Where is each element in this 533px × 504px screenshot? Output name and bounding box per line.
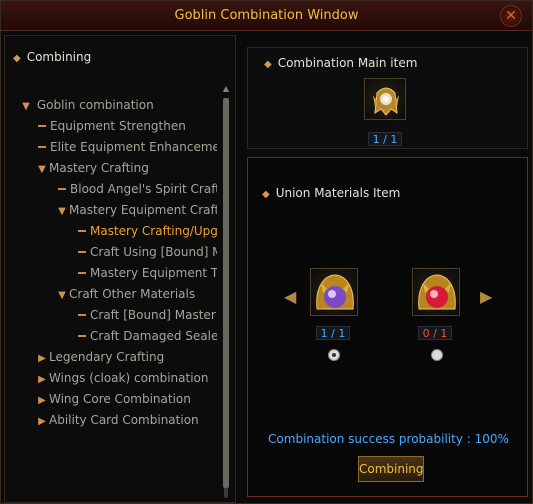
diamond-icon: ◆ (264, 59, 272, 70)
diamond-icon: ◆ (262, 189, 270, 200)
tree-item-elite-equipment[interactable]: Elite Equipment Enhancemer (35, 138, 217, 156)
triangle-right-icon: ▶ (38, 374, 46, 385)
tree-item-label: Goblin combination (36, 98, 154, 112)
helmet-item-icon (373, 87, 399, 116)
tree-item-equipment-strengthen[interactable]: Equipment Strengthen (35, 117, 186, 135)
union-material-slot-2[interactable] (412, 268, 460, 316)
tree-item-mastery-crafting-upgrade[interactable]: Mastery Crafting/Upg (75, 222, 217, 240)
tree-item-label: Mastery Equipment Craft (69, 203, 217, 217)
tree-item-craft-other-materials[interactable]: ▼ Craft Other Materials (55, 285, 217, 303)
tree-item-blood-angel[interactable]: Blood Angel's Spirit Craft (55, 180, 217, 198)
red-orb-item-icon (418, 274, 456, 310)
dash-icon (38, 145, 46, 148)
triangle-right-icon: ▶ (38, 353, 46, 364)
scroll-thumb[interactable] (223, 98, 229, 488)
union-material-slot-1[interactable] (310, 268, 358, 316)
union-header-label: Union Materials Item (275, 186, 401, 200)
tree-item-label: Mastery Crafting (49, 161, 149, 175)
combining-header: ◆ Combining (13, 50, 91, 64)
tree-item-label: Craft [Bound] Master (90, 308, 216, 322)
dash-icon (38, 124, 46, 127)
close-icon: ✕ (505, 8, 517, 24)
tree-item-label: Blood Angel's Spirit Craft (70, 182, 217, 196)
union-material-count-2: 0 / 1 (418, 326, 452, 340)
tree-item-label: Mastery Equipment T (90, 266, 217, 280)
union-material-count-1: 1 / 1 (316, 326, 350, 340)
tree-item-wing-core[interactable]: ▶ Wing Core Combination (35, 390, 191, 408)
triangle-down-icon: ▼ (22, 101, 30, 112)
triangle-down-icon: ▼ (38, 164, 46, 175)
tree-item-craft-damaged-sealed[interactable]: Craft Damaged Seale (75, 327, 217, 345)
goblin-combination-window: Goblin Combination Window ✕ ◆ Combining ▼… (0, 0, 533, 504)
tree-item-legendary-crafting[interactable]: ▶ Legendary Crafting (35, 348, 164, 366)
union-materials-panel: ◆ Union Materials Item ◀ ▶ 1 / 1 0 / 1 C… (247, 157, 528, 497)
union-material-radio-1[interactable] (328, 349, 340, 361)
combining-header-label: Combining (26, 50, 92, 64)
category-tree: ▼ Goblin combination Equipment Strengthe… (5, 96, 219, 496)
right-arrow-icon[interactable]: ▶ (480, 282, 492, 312)
main-item-header: ◆ Combination Main item (264, 56, 417, 70)
main-item-header-label: Combination Main item (277, 56, 418, 70)
tree-item-wings-cloak[interactable]: ▶ Wings (cloak) combination (35, 369, 217, 387)
tree-scrollbar[interactable]: ▲ (221, 84, 231, 502)
tree-item-label: Craft Using [Bound] M (90, 245, 217, 259)
combining-tree-panel: ◆ Combining ▼ Goblin combination Equipmen… (4, 35, 236, 503)
tree-item-label: Wing Core Combination (49, 392, 191, 406)
tree-item-label: Ability Card Combination (49, 413, 199, 427)
tree-item-label: Equipment Strengthen (50, 119, 186, 133)
tree-item-label: Craft Other Materials (69, 287, 196, 301)
tree-item-label: Wings (cloak) combination (49, 371, 209, 385)
combining-button[interactable]: Combining (358, 456, 424, 482)
tree-item-label: Legendary Crafting (49, 350, 165, 364)
dash-icon (58, 187, 66, 190)
triangle-down-icon: ▼ (58, 290, 66, 301)
dash-icon (78, 271, 86, 274)
purple-orb-item-icon (316, 274, 354, 310)
triangle-right-icon: ▶ (38, 416, 46, 427)
tree-item-mastery-equipment-t[interactable]: Mastery Equipment T (75, 264, 217, 282)
tree-item-label: Mastery Crafting/Upg (90, 224, 217, 238)
tree-item-craft-bound-master[interactable]: Craft [Bound] Master (75, 306, 217, 324)
tree-item-mastery-crafting[interactable]: ▼ Mastery Crafting (35, 159, 149, 177)
union-material-radio-2[interactable] (431, 349, 443, 361)
dash-icon (78, 229, 86, 232)
scroll-up-icon[interactable]: ▲ (221, 84, 231, 94)
triangle-down-icon: ▼ (58, 206, 66, 217)
tree-item-craft-using-bound[interactable]: Craft Using [Bound] M (75, 243, 217, 261)
close-button[interactable]: ✕ (500, 5, 522, 27)
left-arrow-icon[interactable]: ◀ (284, 282, 296, 312)
tree-item-label: Craft Damaged Seale (90, 329, 217, 343)
dash-icon (78, 334, 86, 337)
main-item-count: 1 / 1 (368, 132, 402, 146)
tree-item-ability-card[interactable]: ▶ Ability Card Combination (35, 411, 199, 429)
dash-icon (78, 250, 86, 253)
main-item-panel: ◆ Combination Main item 1 / 1 (247, 47, 528, 149)
diamond-icon: ◆ (13, 53, 21, 64)
dash-icon (78, 313, 86, 316)
triangle-right-icon: ▶ (38, 395, 46, 406)
success-probability: Combination success probability : 100% (268, 432, 509, 446)
window-title: Goblin Combination Window (174, 8, 359, 23)
title-bar[interactable]: Goblin Combination Window ✕ (1, 1, 532, 31)
tree-item-label: Elite Equipment Enhancemer (50, 140, 217, 154)
tree-item-goblin-combination[interactable]: ▼ Goblin combination (19, 96, 154, 114)
tree-item-mastery-equipment-craft[interactable]: ▼ Mastery Equipment Craft (55, 201, 217, 219)
union-header: ◆ Union Materials Item (262, 186, 400, 200)
main-item-slot[interactable] (364, 78, 406, 120)
